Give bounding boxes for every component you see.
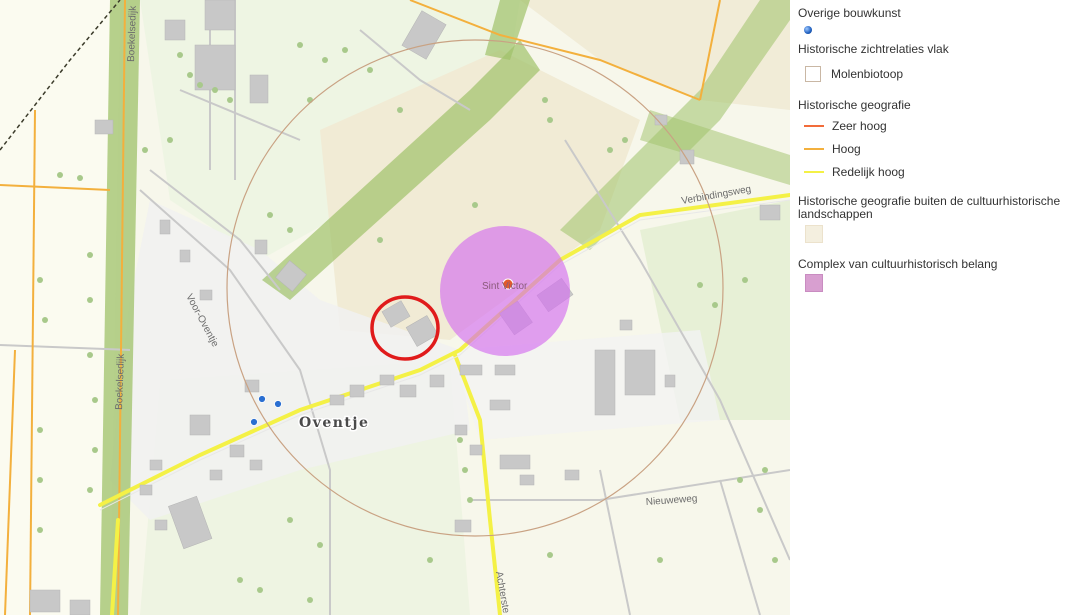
place-label-oventje: Oventje (299, 415, 369, 431)
monument-icon (274, 400, 282, 408)
map-canvas[interactable]: Sint Victor Boekelsedijk Boekelsedijk Vo… (0, 0, 790, 615)
legend-heading-zichtrelaties: Historische zichtrelaties vlak (798, 42, 949, 56)
legend-panel: Overige bouwkunst Historische zichtrelat… (790, 0, 1079, 615)
legend-label-redelijk-hoog: Redelijk hoog (832, 165, 905, 179)
legend-heading-buiten: Historische geografie buiten de cultuurh… (798, 194, 1061, 221)
legend-label-zeer-hoog: Zeer hoog (832, 119, 887, 133)
legend-item-hoog: Hoog (804, 142, 861, 156)
legend-label-hoog: Hoog (832, 142, 861, 156)
complex-swatch (805, 274, 823, 292)
street-label-boekelsedijk-north: Boekelsedijk (126, 5, 139, 62)
legend-heading-geografie: Historische geografie (798, 98, 911, 112)
legend-item-complex (805, 274, 823, 292)
map-svg: Sint Victor Boekelsedijk Boekelsedijk Vo… (0, 0, 790, 615)
zeer-hoog-line-swatch (804, 125, 824, 127)
monument-icon (250, 418, 258, 426)
legend-item-buiten (805, 225, 823, 243)
monument-icon (258, 395, 266, 403)
legend-label-molenbiotoop: Molenbiotoop (831, 67, 904, 81)
windmill-label: Sint Victor (482, 281, 528, 292)
legend-item-zeer-hoog: Zeer hoog (804, 119, 887, 133)
molenbiotoop-swatch (805, 66, 821, 82)
legend-item-redelijk-hoog: Redelijk hoog (804, 165, 905, 179)
street-label-boekelsedijk-south: Boekelsedijk (114, 353, 127, 410)
legend-item-overige-bouwkunst (804, 26, 812, 34)
buiten-swatch (805, 225, 823, 243)
legend-item-molenbiotoop: Molenbiotoop (805, 66, 903, 82)
redelijk-hoog-line-swatch (804, 171, 824, 173)
monument-icon (804, 26, 812, 34)
legend-heading-complex: Complex van cultuurhistorisch belang (798, 257, 998, 271)
hoog-line-swatch (804, 148, 824, 150)
legend-heading-overige-bouwkunst: Overige bouwkunst (798, 6, 901, 20)
